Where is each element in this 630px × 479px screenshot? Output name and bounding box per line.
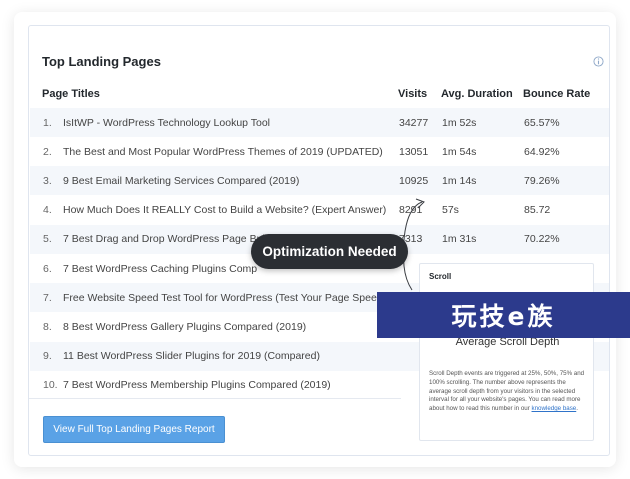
watermark-banner: 玩技e族 bbox=[377, 292, 630, 338]
page-title-link[interactable]: 7 Best WordPress Caching Plugins Comp bbox=[63, 263, 257, 275]
row-number: 2. bbox=[43, 145, 52, 158]
page-title-link[interactable]: 11 Best WordPress Slider Plugins for 201… bbox=[63, 350, 320, 362]
row-number: 1. bbox=[43, 116, 52, 129]
page-title-link[interactable]: 9 Best Email Marketing Services Compared… bbox=[63, 175, 299, 187]
page-title-link[interactable]: IsItWP - WordPress Technology Lookup Too… bbox=[63, 117, 270, 129]
column-header-visits[interactable]: Visits bbox=[398, 88, 427, 100]
duration-cell: 1m 14s bbox=[442, 174, 477, 187]
column-header-bounce-rate[interactable]: Bounce Rate bbox=[523, 88, 590, 100]
scroll-description-period: . bbox=[576, 405, 578, 413]
knowledge-base-link[interactable]: knowledge base bbox=[532, 405, 577, 412]
duration-cell: 1m 52s bbox=[442, 116, 477, 129]
page-title-link[interactable]: 8 Best WordPress Gallery Plugins Compare… bbox=[63, 321, 306, 333]
table-row[interactable]: 3. 9 Best Email Marketing Services Compar… bbox=[30, 166, 609, 196]
row-number: 3. bbox=[43, 174, 52, 187]
visits-cell: 10925 bbox=[399, 174, 429, 187]
page-title-link[interactable]: The Best and Most Popular WordPress Them… bbox=[63, 146, 383, 158]
row-number: 8. bbox=[43, 320, 52, 333]
bounce-rate-cell: 64.92% bbox=[524, 145, 560, 158]
row-number: 5. bbox=[43, 233, 52, 246]
bounce-rate-cell: 79.26% bbox=[524, 174, 560, 187]
widget-title: Top Landing Pages bbox=[42, 54, 161, 69]
scroll-depth-panel: Scroll Average Scroll Depth Scroll Depth… bbox=[419, 263, 594, 441]
table-row[interactable]: 1. IsItWP - WordPress Technology Lookup T… bbox=[30, 108, 609, 137]
page-title-link[interactable]: 7 Best WordPress Membership Plugins Comp… bbox=[63, 379, 331, 391]
view-full-report-button[interactable]: View Full Top Landing Pages Report bbox=[43, 416, 225, 443]
row-number: 7. bbox=[43, 291, 52, 304]
row-number: 6. bbox=[43, 262, 52, 275]
visits-cell: 34277 bbox=[399, 116, 429, 129]
table-row[interactable]: 2. The Best and Most Popular WordPress Th… bbox=[30, 137, 609, 166]
visits-cell: 13051 bbox=[399, 145, 429, 158]
info-circle-icon[interactable] bbox=[593, 56, 604, 67]
duration-cell: 57s bbox=[442, 204, 459, 217]
page-title-link[interactable]: Free Website Speed Test Tool for WordPre… bbox=[63, 292, 386, 304]
row-number: 9. bbox=[43, 350, 52, 363]
bounce-rate-cell: 85.72 bbox=[524, 204, 551, 217]
column-header-page-titles[interactable]: Page Titles bbox=[42, 88, 100, 100]
page-title-link[interactable]: How Much Does It REALLY Cost to Build a … bbox=[63, 204, 386, 216]
watermark-text: 玩技e族 bbox=[451, 302, 556, 331]
scroll-panel-description: Scroll Depth events are triggered at 25%… bbox=[429, 370, 589, 414]
duration-cell: 1m 31s bbox=[442, 233, 477, 246]
footer-divider bbox=[29, 398, 401, 399]
row-number: 10. bbox=[43, 379, 58, 392]
optimization-needed-callout: Optimization Needed bbox=[251, 234, 408, 269]
table-row[interactable]: 4. How Much Does It REALLY Cost to Build … bbox=[30, 196, 609, 225]
row-number: 4. bbox=[43, 204, 52, 217]
bounce-rate-cell: 65.57% bbox=[524, 116, 560, 129]
column-header-avg-duration[interactable]: Avg. Duration bbox=[441, 88, 513, 100]
bounce-rate-cell: 70.22% bbox=[524, 233, 560, 246]
duration-cell: 1m 54s bbox=[442, 145, 477, 158]
